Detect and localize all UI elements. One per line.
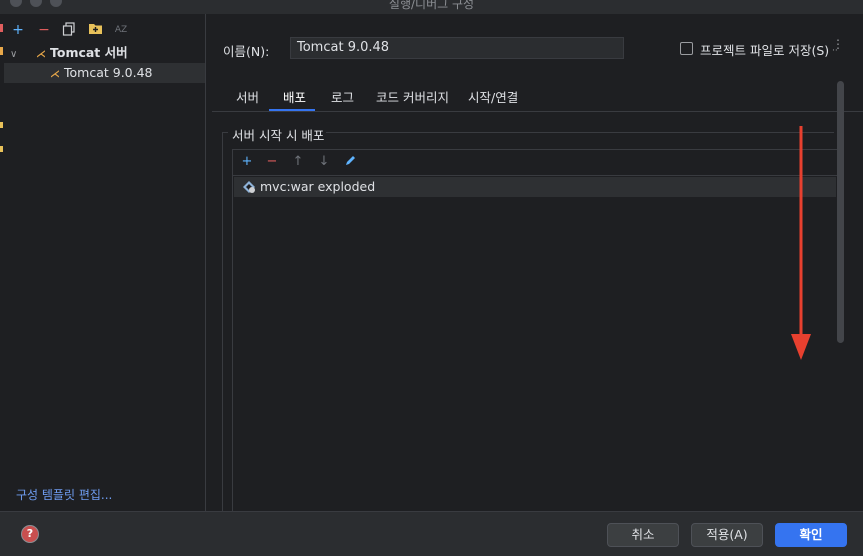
- group-border: [326, 132, 834, 133]
- name-input[interactable]: Tomcat 9.0.48: [290, 37, 624, 59]
- cancel-button[interactable]: 취소: [607, 523, 679, 547]
- edit-templates-link[interactable]: 구성 템플릿 편집...: [16, 486, 112, 503]
- store-as-project-file-label[interactable]: 프로젝트 파일로 저장(S): [700, 40, 829, 59]
- tree-item-label: Tomcat 9.0.48: [64, 65, 153, 80]
- tab-startup-connection[interactable]: 시작/연결: [468, 87, 518, 106]
- move-down-button[interactable]: ↓: [316, 154, 332, 170]
- group-border: [222, 132, 223, 511]
- configuration-tree-panel: + − AZ ∨ ⋌ Tomcat 서버 ⋌ Tomcat 9.0.48 구성 템플…: [0, 14, 206, 511]
- tree-group-tomcat[interactable]: ∨ ⋌ Tomcat 서버: [4, 43, 205, 63]
- deploy-group-title: 서버 시작 시 배포: [232, 128, 325, 143]
- copy-configuration-button[interactable]: [61, 22, 77, 38]
- dialog-footer: ? 취소 적용(A) 확인: [0, 511, 863, 556]
- pencil-icon: [345, 156, 355, 165]
- tree-group-label: Tomcat 서버: [49, 45, 128, 60]
- apply-button[interactable]: 적용(A): [691, 523, 763, 547]
- editor-edge-mark: [0, 47, 3, 55]
- editor-edge-mark: [0, 146, 3, 152]
- window-title: 실행/디버그 구성: [388, 0, 475, 11]
- more-options-icon[interactable]: ⋮ ··: [832, 38, 844, 56]
- tab-logs[interactable]: 로그: [331, 87, 354, 106]
- deployment-list: + − ↑ ↓ mvc:war exploded: [232, 149, 837, 512]
- help-button[interactable]: ?: [21, 525, 39, 543]
- title-bar: 실행/디버그 구성: [0, 0, 863, 14]
- new-folder-button[interactable]: [87, 22, 103, 38]
- editor-edge-mark: [0, 122, 3, 128]
- artifact-icon: [243, 181, 255, 193]
- tomcat-icon: ⋌: [35, 49, 46, 60]
- folder-add-icon: [88, 24, 102, 34]
- add-configuration-button[interactable]: +: [10, 22, 26, 38]
- name-label: 이름(N):: [223, 44, 270, 59]
- editor-edge-mark: [0, 24, 3, 32]
- sort-configurations-button[interactable]: AZ: [113, 22, 129, 38]
- remove-configuration-button[interactable]: −: [36, 22, 52, 38]
- toolbar-divider: [233, 175, 837, 176]
- list-item[interactable]: mvc:war exploded: [234, 177, 836, 197]
- annotation-arrow-down-icon: [791, 126, 811, 360]
- tab-bar-divider: [212, 111, 863, 112]
- tree-item-tomcat-config[interactable]: ⋌ Tomcat 9.0.48: [4, 63, 205, 83]
- add-artifact-button[interactable]: +: [239, 154, 255, 170]
- store-as-project-file-checkbox[interactable]: [680, 42, 693, 55]
- artifact-label: mvc:war exploded: [260, 179, 376, 194]
- remove-artifact-button[interactable]: −: [264, 154, 280, 170]
- tab-deployment[interactable]: 배포: [283, 87, 306, 106]
- tab-code-coverage[interactable]: 코드 커버리지: [376, 87, 449, 106]
- tab-server[interactable]: 서버: [236, 87, 259, 106]
- chevron-down-icon[interactable]: ∨: [10, 45, 22, 65]
- tomcat-icon: ⋌: [50, 69, 60, 80]
- configuration-editor-panel: 이름(N): Tomcat 9.0.48 프로젝트 파일로 저장(S) ⋮ ·· …: [206, 14, 863, 512]
- edit-artifact-button[interactable]: [342, 154, 358, 170]
- ok-button[interactable]: 확인: [775, 523, 847, 547]
- move-up-button[interactable]: ↑: [290, 154, 306, 170]
- vertical-scrollbar[interactable]: [837, 81, 844, 343]
- copy-icon: [62, 22, 75, 36]
- active-tab-indicator: [269, 109, 315, 111]
